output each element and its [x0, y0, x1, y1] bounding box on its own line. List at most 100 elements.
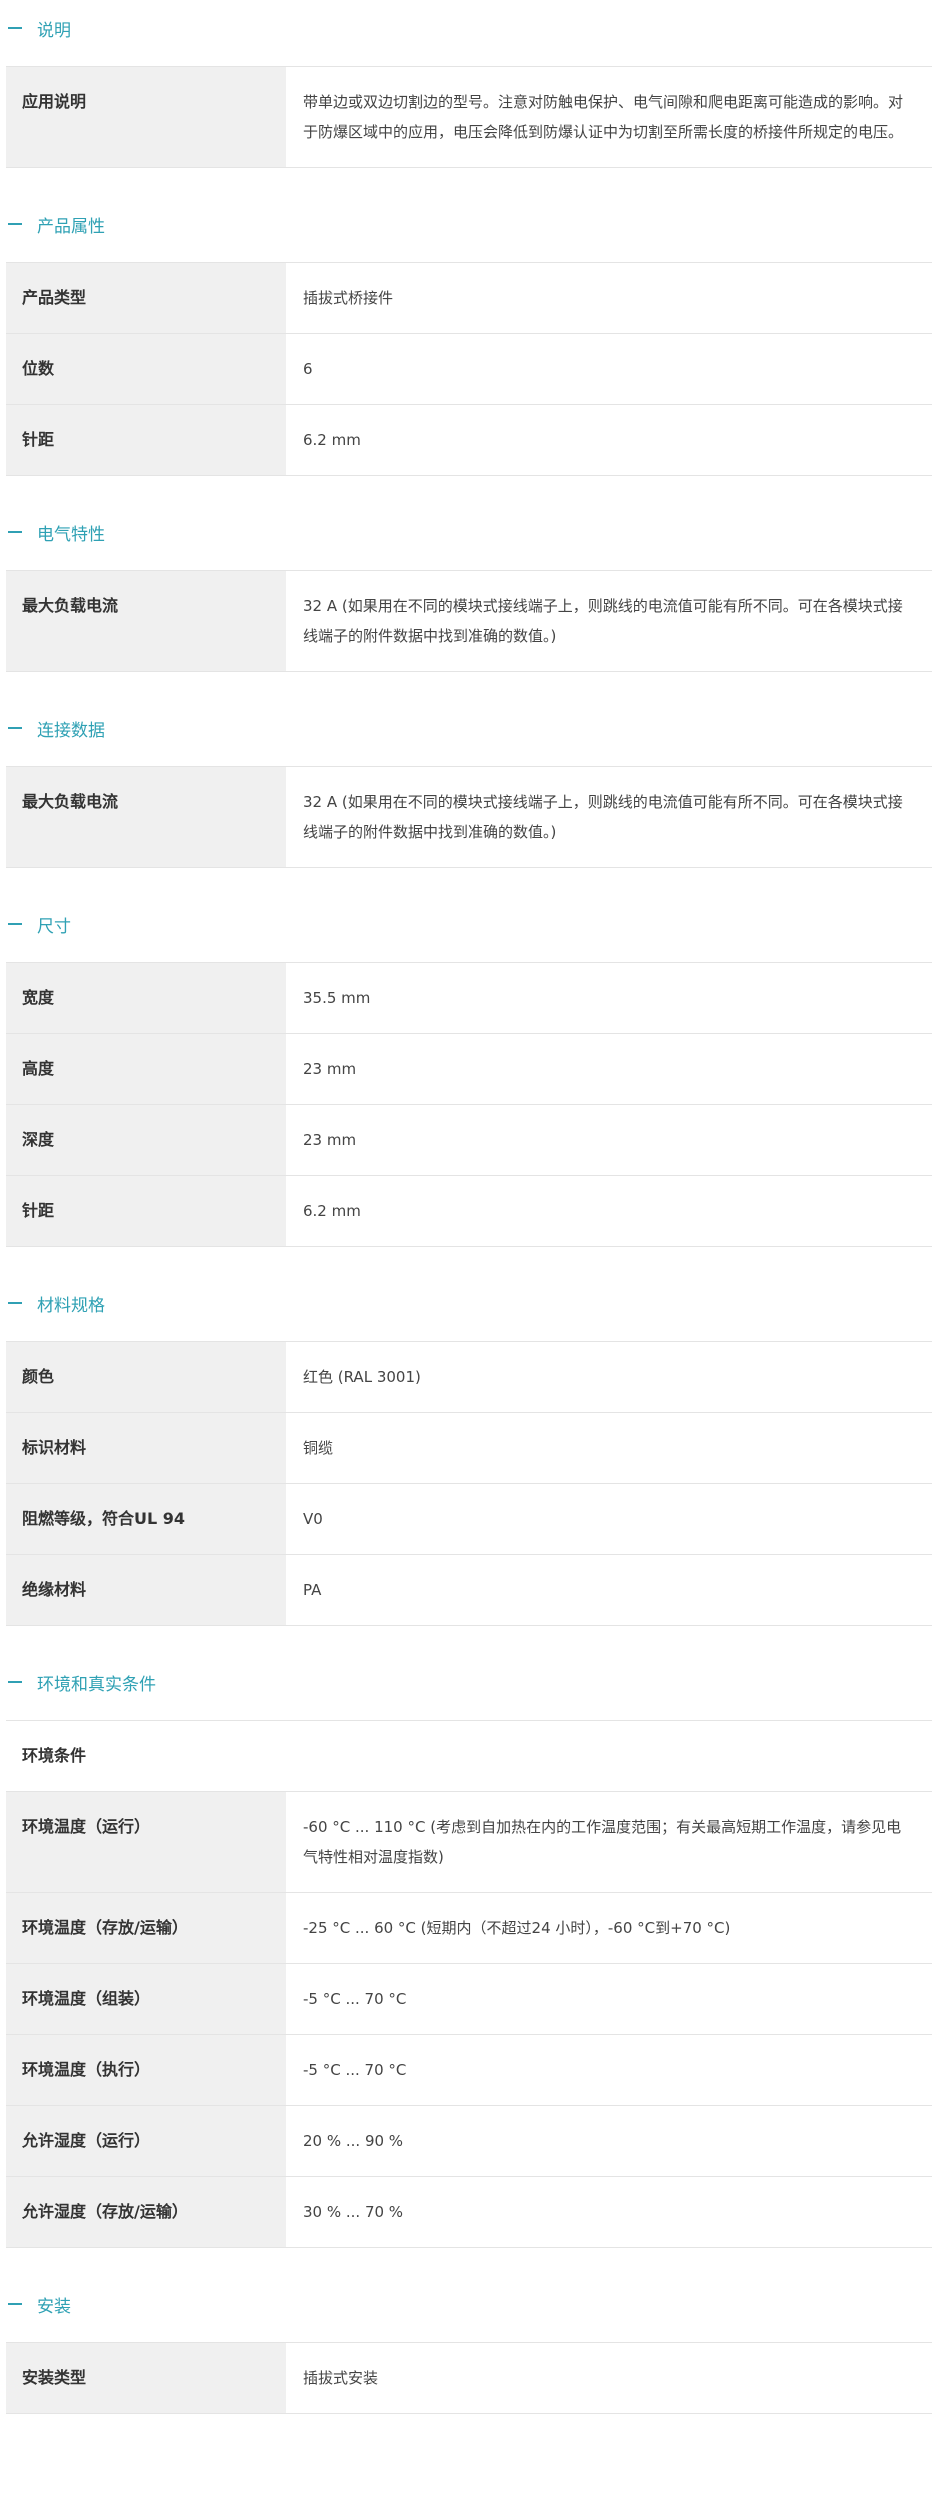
spec-value: 32 A (如果用在不同的模块式接线端子上，则跳线的电流值可能有所不同。可在各模… [286, 767, 932, 867]
spec-section: 电气特性最大负载电流 32 A (如果用在不同的模块式接线端子上，则跳线的电流值可… [6, 504, 932, 672]
spec-value: V0 [286, 1484, 932, 1554]
spec-label: 针距 [6, 405, 286, 475]
collapse-minus-icon [8, 531, 22, 533]
spec-label: 安装类型 [6, 2343, 286, 2413]
section-toggle[interactable]: 安装 [6, 2276, 932, 2332]
spec-value: -5 °C ... 70 °C [286, 2035, 932, 2105]
collapse-minus-icon [8, 223, 22, 225]
spec-label: 高度 [6, 1034, 286, 1104]
spec-label: 宽度 [6, 963, 286, 1033]
table-row: 针距 6.2 mm [6, 1176, 932, 1247]
table-row: 环境温度（执行） -5 °C ... 70 °C [6, 2035, 932, 2106]
spec-value: 带单边或双边切割边的型号。注意对防触电保护、电气间隙和爬电距离可能造成的影响。对… [286, 67, 932, 167]
spec-value: -60 °C ... 110 °C (考虑到自加热在内的工作温度范围；有关最高短… [286, 1792, 932, 1892]
spec-section: 尺寸 宽度 35.5 mm 高度 23 mm 深度 23 mm 针距 6.2 mm [6, 896, 932, 1247]
section-toggle[interactable]: 材料规格 [6, 1275, 932, 1331]
spec-section: 安装安装类型 插拔式安装 [6, 2276, 932, 2414]
table-row: 产品类型 插拔式桥接件 [6, 263, 932, 334]
section-toggle[interactable]: 连接数据 [6, 700, 932, 756]
spec-label: 阻燃等级，符合UL 94 [6, 1484, 286, 1554]
spec-label: 位数 [6, 334, 286, 404]
spec-value: 插拔式桥接件 [286, 263, 932, 333]
table-row: 环境温度（组装） -5 °C ... 70 °C [6, 1964, 932, 2035]
table-row: 针距 6.2 mm [6, 405, 932, 476]
spec-label: 环境温度（运行） [6, 1792, 286, 1892]
collapse-minus-icon [8, 727, 22, 729]
spec-label: 绝缘材料 [6, 1555, 286, 1625]
spec-label: 环境温度（存放/运输） [6, 1893, 286, 1963]
table-row: 环境温度（存放/运输） -25 °C ... 60 °C (短期内（不超过24 小… [6, 1893, 932, 1964]
section-title: 连接数据 [37, 720, 105, 741]
table-subheading: 环境条件 [6, 1721, 932, 1792]
table-row: 环境温度（运行） -60 °C ... 110 °C (考虑到自加热在内的工作温度… [6, 1792, 932, 1893]
table-row: 绝缘材料 PA [6, 1555, 932, 1626]
spec-value: 6.2 mm [286, 1176, 932, 1246]
spec-value: 红色 (RAL 3001) [286, 1342, 932, 1412]
spec-value: 35.5 mm [286, 963, 932, 1033]
section-toggle[interactable]: 电气特性 [6, 504, 932, 560]
spec-table: 最大负载电流 32 A (如果用在不同的模块式接线端子上，则跳线的电流值可能有所不… [6, 570, 932, 672]
spec-value: 23 mm [286, 1034, 932, 1104]
spec-value: 32 A (如果用在不同的模块式接线端子上，则跳线的电流值可能有所不同。可在各模… [286, 571, 932, 671]
spec-section: 环境和真实条件环境条件 环境温度（运行） -60 °C ... 110 °C (考虑… [6, 1654, 932, 2248]
spec-label: 标识材料 [6, 1413, 286, 1483]
collapse-minus-icon [8, 1302, 22, 1304]
table-row: 宽度 35.5 mm [6, 963, 932, 1034]
spec-label: 最大负载电流 [6, 571, 286, 671]
spec-table: 安装类型 插拔式安装 [6, 2342, 932, 2414]
spec-value: 插拔式安装 [286, 2343, 932, 2413]
spec-value: 6.2 mm [286, 405, 932, 475]
section-toggle[interactable]: 产品属性 [6, 196, 932, 252]
section-toggle[interactable]: 尺寸 [6, 896, 932, 952]
spec-value: -25 °C ... 60 °C (短期内（不超过24 小时），-60 °C到+… [286, 1893, 932, 1963]
section-title: 安装 [37, 2296, 71, 2317]
table-row: 阻燃等级，符合UL 94 V0 [6, 1484, 932, 1555]
spec-table: 产品类型 插拔式桥接件 位数 6 针距 6.2 mm [6, 262, 932, 476]
spec-label: 颜色 [6, 1342, 286, 1412]
spec-value: 铜缆 [286, 1413, 932, 1483]
table-row: 安装类型 插拔式安装 [6, 2343, 932, 2414]
spec-table: 颜色 红色 (RAL 3001) 标识材料 铜缆 阻燃等级，符合UL 94 V0 绝缘材料 P… [6, 1341, 932, 1626]
spec-value: 30 % ... 70 % [286, 2177, 932, 2247]
spec-label: 环境温度（组装） [6, 1964, 286, 2034]
spec-value: PA [286, 1555, 932, 1625]
collapse-minus-icon [8, 1681, 22, 1683]
table-row: 应用说明 带单边或双边切割边的型号。注意对防触电保护、电气间隙和爬电距离可能造成的… [6, 67, 932, 168]
spec-section: 产品属性产品类型 插拔式桥接件 位数 6 针距 6.2 mm [6, 196, 932, 476]
section-title: 说明 [37, 20, 71, 41]
section-title: 产品属性 [37, 216, 105, 237]
collapse-minus-icon [8, 923, 22, 925]
spec-value: 6 [286, 334, 932, 404]
table-row: 颜色 红色 (RAL 3001) [6, 1342, 932, 1413]
spec-section: 说明应用说明 带单边或双边切割边的型号。注意对防触电保护、电气间隙和爬电距离可能造… [6, 0, 932, 168]
spec-page: 说明应用说明 带单边或双边切割边的型号。注意对防触电保护、电气间隙和爬电距离可能造… [0, 0, 938, 2414]
spec-value: 20 % ... 90 % [286, 2106, 932, 2176]
section-title: 环境和真实条件 [37, 1674, 156, 1695]
spec-table: 应用说明 带单边或双边切割边的型号。注意对防触电保护、电气间隙和爬电距离可能造成的… [6, 66, 932, 168]
spec-label: 最大负载电流 [6, 767, 286, 867]
table-row: 位数 6 [6, 334, 932, 405]
collapse-minus-icon [8, 2303, 22, 2305]
section-toggle[interactable]: 环境和真实条件 [6, 1654, 932, 1710]
spec-value: -5 °C ... 70 °C [286, 1964, 932, 2034]
spec-section: 材料规格颜色 红色 (RAL 3001) 标识材料 铜缆 阻燃等级，符合UL 94 V0 绝… [6, 1275, 932, 1626]
spec-label: 允许湿度（存放/运输） [6, 2177, 286, 2247]
table-row: 允许湿度（运行） 20 % ... 90 % [6, 2106, 932, 2177]
spec-label: 应用说明 [6, 67, 286, 167]
section-title: 电气特性 [37, 524, 105, 545]
spec-value: 23 mm [286, 1105, 932, 1175]
table-row: 高度 23 mm [6, 1034, 932, 1105]
spec-table: 最大负载电流 32 A (如果用在不同的模块式接线端子上，则跳线的电流值可能有所不… [6, 766, 932, 868]
section-title: 尺寸 [37, 916, 71, 937]
spec-table: 宽度 35.5 mm 高度 23 mm 深度 23 mm 针距 6.2 mm [6, 962, 932, 1247]
section-toggle[interactable]: 说明 [6, 0, 932, 56]
spec-label: 环境温度（执行） [6, 2035, 286, 2105]
table-row: 标识材料 铜缆 [6, 1413, 932, 1484]
table-row: 深度 23 mm [6, 1105, 932, 1176]
spec-section: 连接数据最大负载电流 32 A (如果用在不同的模块式接线端子上，则跳线的电流值可… [6, 700, 932, 868]
spec-label: 产品类型 [6, 263, 286, 333]
table-row: 最大负载电流 32 A (如果用在不同的模块式接线端子上，则跳线的电流值可能有所不… [6, 767, 932, 868]
spec-label: 深度 [6, 1105, 286, 1175]
collapse-minus-icon [8, 27, 22, 29]
table-row: 最大负载电流 32 A (如果用在不同的模块式接线端子上，则跳线的电流值可能有所不… [6, 571, 932, 672]
